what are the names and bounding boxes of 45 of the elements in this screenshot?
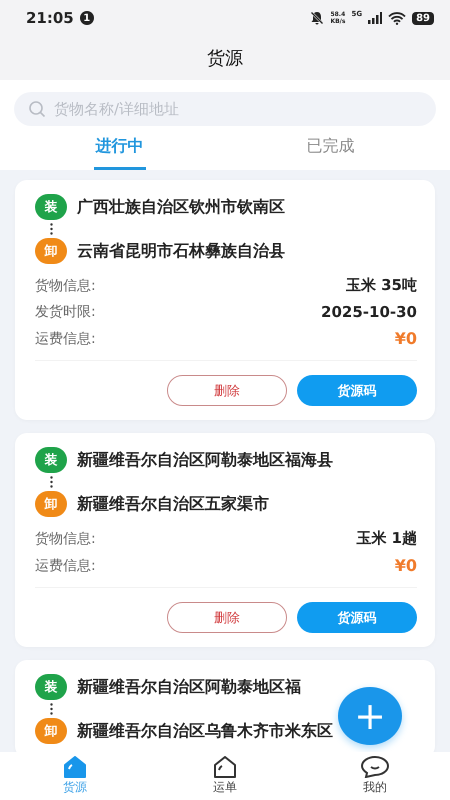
page-title: 货源 xyxy=(207,47,243,70)
unload-badge: 卸 xyxy=(35,238,67,264)
cargo-code-button[interactable]: 货源码 xyxy=(297,602,417,633)
signal-icon xyxy=(368,12,382,24)
status-time: 21:05 xyxy=(26,9,74,27)
info-value: 2025-10-30 xyxy=(321,303,417,321)
unload-badge: 卸 xyxy=(35,491,67,517)
bell-muted-icon xyxy=(310,11,324,25)
unload-address: 云南省昆明市石林彝族自治县 xyxy=(77,240,285,262)
notification-count: 1 xyxy=(80,11,94,25)
info-label: 运费信息: xyxy=(35,330,96,348)
info-label: 发货时限: xyxy=(35,303,96,321)
cargo-code-button[interactable]: 货源码 xyxy=(297,375,417,406)
nav-item[interactable]: 货源 xyxy=(0,752,150,800)
tab[interactable]: 已完成 xyxy=(304,126,356,170)
freight-price: ¥0 xyxy=(394,329,417,348)
info-label: 货物信息: xyxy=(35,530,96,548)
unload-address: 新疆维吾尔自治区乌鲁木齐市米东区 xyxy=(77,720,333,742)
dotted-connector xyxy=(50,476,52,488)
battery-level: 89 xyxy=(412,12,434,24)
load-badge: 装 xyxy=(35,447,67,473)
search-field[interactable]: 货物名称/详细地址 xyxy=(14,92,436,126)
nav-item[interactable]: 我的 xyxy=(300,752,450,800)
dotted-connector xyxy=(50,223,52,235)
home-icon xyxy=(62,756,88,778)
load-address: 新疆维吾尔自治区阿勒泰地区福海县 xyxy=(77,450,333,470)
load-address: 广西壮族自治区钦州市钦南区 xyxy=(77,196,285,218)
load-badge: 装 xyxy=(35,674,67,700)
unload-address: 新疆维吾尔自治区五家渠市 xyxy=(77,494,269,514)
chat-smile-icon xyxy=(361,756,389,778)
delete-button[interactable]: 删除 xyxy=(167,375,287,406)
unload-badge: 卸 xyxy=(35,718,67,744)
load-badge: 装 xyxy=(35,194,67,220)
nav-item[interactable]: 运单 xyxy=(150,752,300,800)
load-address: 新疆维吾尔自治区阿勒泰地区福 xyxy=(77,676,301,698)
freight-price: ¥0 xyxy=(394,556,417,575)
info-label: 运费信息: xyxy=(35,556,96,574)
delete-button[interactable]: 删除 xyxy=(167,602,287,633)
wifi-icon xyxy=(388,12,406,24)
info-value: 玉米 1趟 xyxy=(356,529,417,548)
info-label: 货物信息: xyxy=(35,276,96,294)
info-value: 玉米 35吨 xyxy=(346,276,417,295)
house-icon xyxy=(212,756,238,778)
dotted-connector xyxy=(50,703,52,715)
tab[interactable]: 进行中 xyxy=(94,126,146,170)
